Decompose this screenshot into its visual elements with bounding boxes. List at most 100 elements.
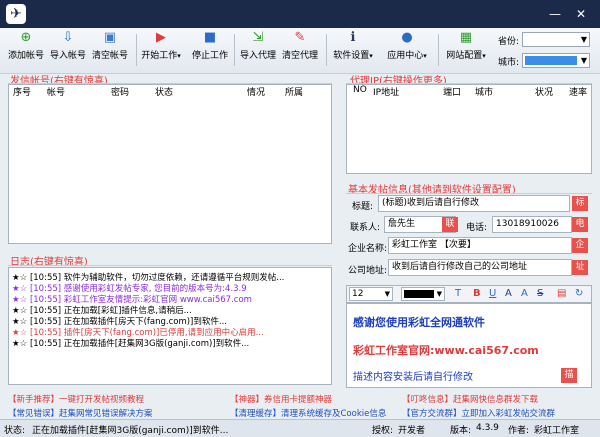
column-header[interactable]: 端口 — [443, 85, 461, 98]
accounts-list[interactable]: 序号 帐号 密码 状态 情况 所属 — [8, 84, 332, 244]
bold-icon[interactable]: B — [473, 288, 481, 299]
toolbar-separator — [438, 34, 439, 66]
province-select[interactable]: ▼ — [522, 32, 590, 47]
auth-value: 开发者 — [398, 426, 426, 436]
close-icon[interactable]: ✕ — [572, 6, 590, 22]
contact-tag-button[interactable]: 联 — [442, 217, 458, 232]
toolbar: ⊕ 添加帐号 ⇩ 导入帐号 ▣ 清空帐号 ▶ 开始工作▾ ■ 停止工作 ⇲ 导入… — [0, 28, 600, 74]
chevron-down-icon: ▼ — [384, 290, 390, 298]
image-icon[interactable]: ▤ — [557, 288, 566, 299]
title-label: 标题: — [352, 202, 374, 212]
font-size-select[interactable]: 12 ▼ — [349, 287, 393, 301]
address-label: 公司地址: — [348, 266, 388, 276]
status-label: 状态: — [4, 426, 26, 436]
app-logo-icon: ✈ — [6, 4, 26, 24]
add-account-button[interactable]: ⊕ 添加帐号 — [6, 30, 46, 70]
editor-line: 彩虹工作室官网:www.cai567.com — [353, 344, 539, 357]
clear-proxy-button[interactable]: ✎ 清空代理 — [280, 30, 320, 70]
chevron-down-icon: ▼ — [436, 290, 442, 298]
column-header[interactable]: 帐号 — [47, 85, 65, 98]
link-official-group[interactable]: 【官方交流群】立即加入彩虹发帖交流群 — [402, 407, 555, 419]
editor-line: 感谢您使用彩虹全网通软件 — [353, 316, 485, 329]
link-tutorial[interactable]: 【新手推荐】一键打开发帖视频教程 — [8, 393, 144, 405]
description-tag-button[interactable]: 描 — [561, 368, 577, 383]
city-label: 城市: — [498, 58, 520, 68]
phone-input[interactable]: 13018910026 — [492, 216, 572, 233]
clear-format-icon[interactable]: ↻ — [575, 288, 583, 299]
phone-tag-button[interactable]: 电 — [572, 217, 588, 232]
import-proxy-button[interactable]: ⇲ 导入代理 — [238, 30, 278, 70]
settings-icon: ℹ — [350, 30, 356, 45]
column-header[interactable]: 状态 — [155, 85, 173, 98]
panel-divider — [346, 193, 592, 194]
font-color-select[interactable]: ▼ — [401, 287, 445, 301]
log-line: ★☆ [10:55] 正在加载插件[赶集网3G版(ganji.com)]到软件.… — [12, 339, 250, 349]
column-header[interactable]: 情况 — [247, 85, 265, 98]
editor-line: 描述内容安装后请自行修改 — [353, 372, 473, 383]
company-label: 企业名称: — [348, 244, 388, 254]
contact-label: 联系人: — [350, 223, 381, 233]
province-label: 省份: — [498, 37, 520, 47]
column-header[interactable]: 密码 — [111, 85, 129, 98]
app-center-icon: ● — [401, 30, 413, 45]
add-icon: ⊕ — [20, 30, 32, 45]
underline-icon[interactable]: U — [489, 288, 496, 299]
title-tag-button[interactable]: 标 — [572, 196, 588, 211]
column-header[interactable]: 所属 — [285, 85, 303, 98]
status-text: 正在加载插件[赶集网3G版(ganji.com)]到软件... — [32, 426, 229, 436]
play-icon: ▶ — [156, 30, 166, 45]
proxy-list[interactable]: NO IP地址 端口 城市 状况 速率 — [346, 84, 592, 174]
toolbar-separator — [234, 34, 235, 66]
clear-proxy-icon: ✎ — [294, 30, 306, 45]
font-color-icon[interactable]: A — [505, 288, 512, 299]
status-bar: 状态: 正在加载插件[赶集网3G版(ganji.com)]到软件... 授权: … — [0, 419, 600, 437]
column-header[interactable]: 城市 — [475, 85, 493, 98]
import-account-button[interactable]: ⇩ 导入帐号 — [48, 30, 88, 70]
description-editor[interactable]: 感谢您使用彩虹全网通软件 彩虹工作室官网:www.cai567.com 描述内容… — [346, 303, 592, 388]
site-config-icon: ▦ — [459, 30, 473, 45]
author-label: 作者: — [508, 426, 530, 436]
title-input[interactable]: (标题)收到后请自行修改 — [378, 195, 570, 212]
column-header[interactable]: 状况 — [535, 85, 553, 98]
color-swatch — [404, 290, 434, 298]
clear-account-button[interactable]: ▣ 清空帐号 — [90, 30, 130, 70]
panel-divider — [8, 265, 332, 266]
address-input[interactable]: 收到后请自行修改自己的公司地址 — [388, 259, 572, 276]
clear-icon: ▣ — [103, 30, 117, 45]
link-credit-card[interactable]: 【神器】券信用卡提额神器 — [230, 393, 332, 405]
author-value: 彩虹工作室 — [534, 426, 580, 436]
link-clear-cache[interactable]: 【清理缓存】清理系统缓存及Cookie信息 — [230, 407, 386, 419]
start-work-button[interactable]: ▶ 开始工作▾ — [140, 30, 182, 70]
stop-icon: ■ — [203, 30, 217, 45]
software-settings-button[interactable]: ℹ 软件设置▾ — [330, 30, 376, 70]
link-common-errors[interactable]: 【常见错误】赶集网常见错误解决方案 — [8, 407, 153, 419]
company-tag-button[interactable]: 企 — [572, 238, 588, 253]
link-dingdong[interactable]: 【叮咚信息】赶集网快信息群发下载 — [402, 393, 538, 405]
city-select[interactable]: ▼ — [522, 53, 590, 68]
text-format-icon[interactable]: T — [455, 288, 461, 299]
editor-toolbar: 12 ▼ ▼ T B U A A S ▤ ↻ — [346, 285, 592, 303]
app-center-button[interactable]: ● 应用中心▾ — [384, 30, 430, 70]
toolbar-separator — [326, 34, 327, 66]
stop-work-button[interactable]: ■ 停止工作 — [190, 30, 230, 70]
column-header[interactable]: NO — [353, 85, 367, 95]
strikethrough-icon[interactable]: S — [537, 288, 543, 299]
import-proxy-icon: ⇲ — [252, 30, 264, 45]
site-config-button[interactable]: ▦ 网站配置▾ — [442, 30, 490, 70]
column-header[interactable]: 速率 — [569, 85, 587, 98]
minimize-icon[interactable]: — — [546, 6, 564, 22]
title-bar: ✈ — ✕ — [0, 0, 600, 28]
address-tag-button[interactable]: 址 — [572, 260, 588, 275]
company-input[interactable]: 彩虹工作室 【次要】 — [388, 237, 572, 254]
city-selected-value — [525, 56, 577, 65]
toolbar-separator — [136, 34, 137, 66]
log-list[interactable]: ★☆ [10:55] 软件为辅助软件，切勿过度依赖，还请遵循平台规则发帖... … — [8, 267, 332, 385]
auth-label: 授权: — [372, 426, 394, 436]
version-label: 版本: — [450, 426, 472, 436]
highlight-icon[interactable]: A — [521, 288, 528, 299]
import-icon: ⇩ — [62, 30, 74, 45]
column-header[interactable]: IP地址 — [373, 85, 399, 98]
chevron-down-icon: ▼ — [580, 56, 587, 65]
chevron-down-icon: ▼ — [580, 35, 587, 44]
column-header[interactable]: 序号 — [13, 85, 31, 98]
